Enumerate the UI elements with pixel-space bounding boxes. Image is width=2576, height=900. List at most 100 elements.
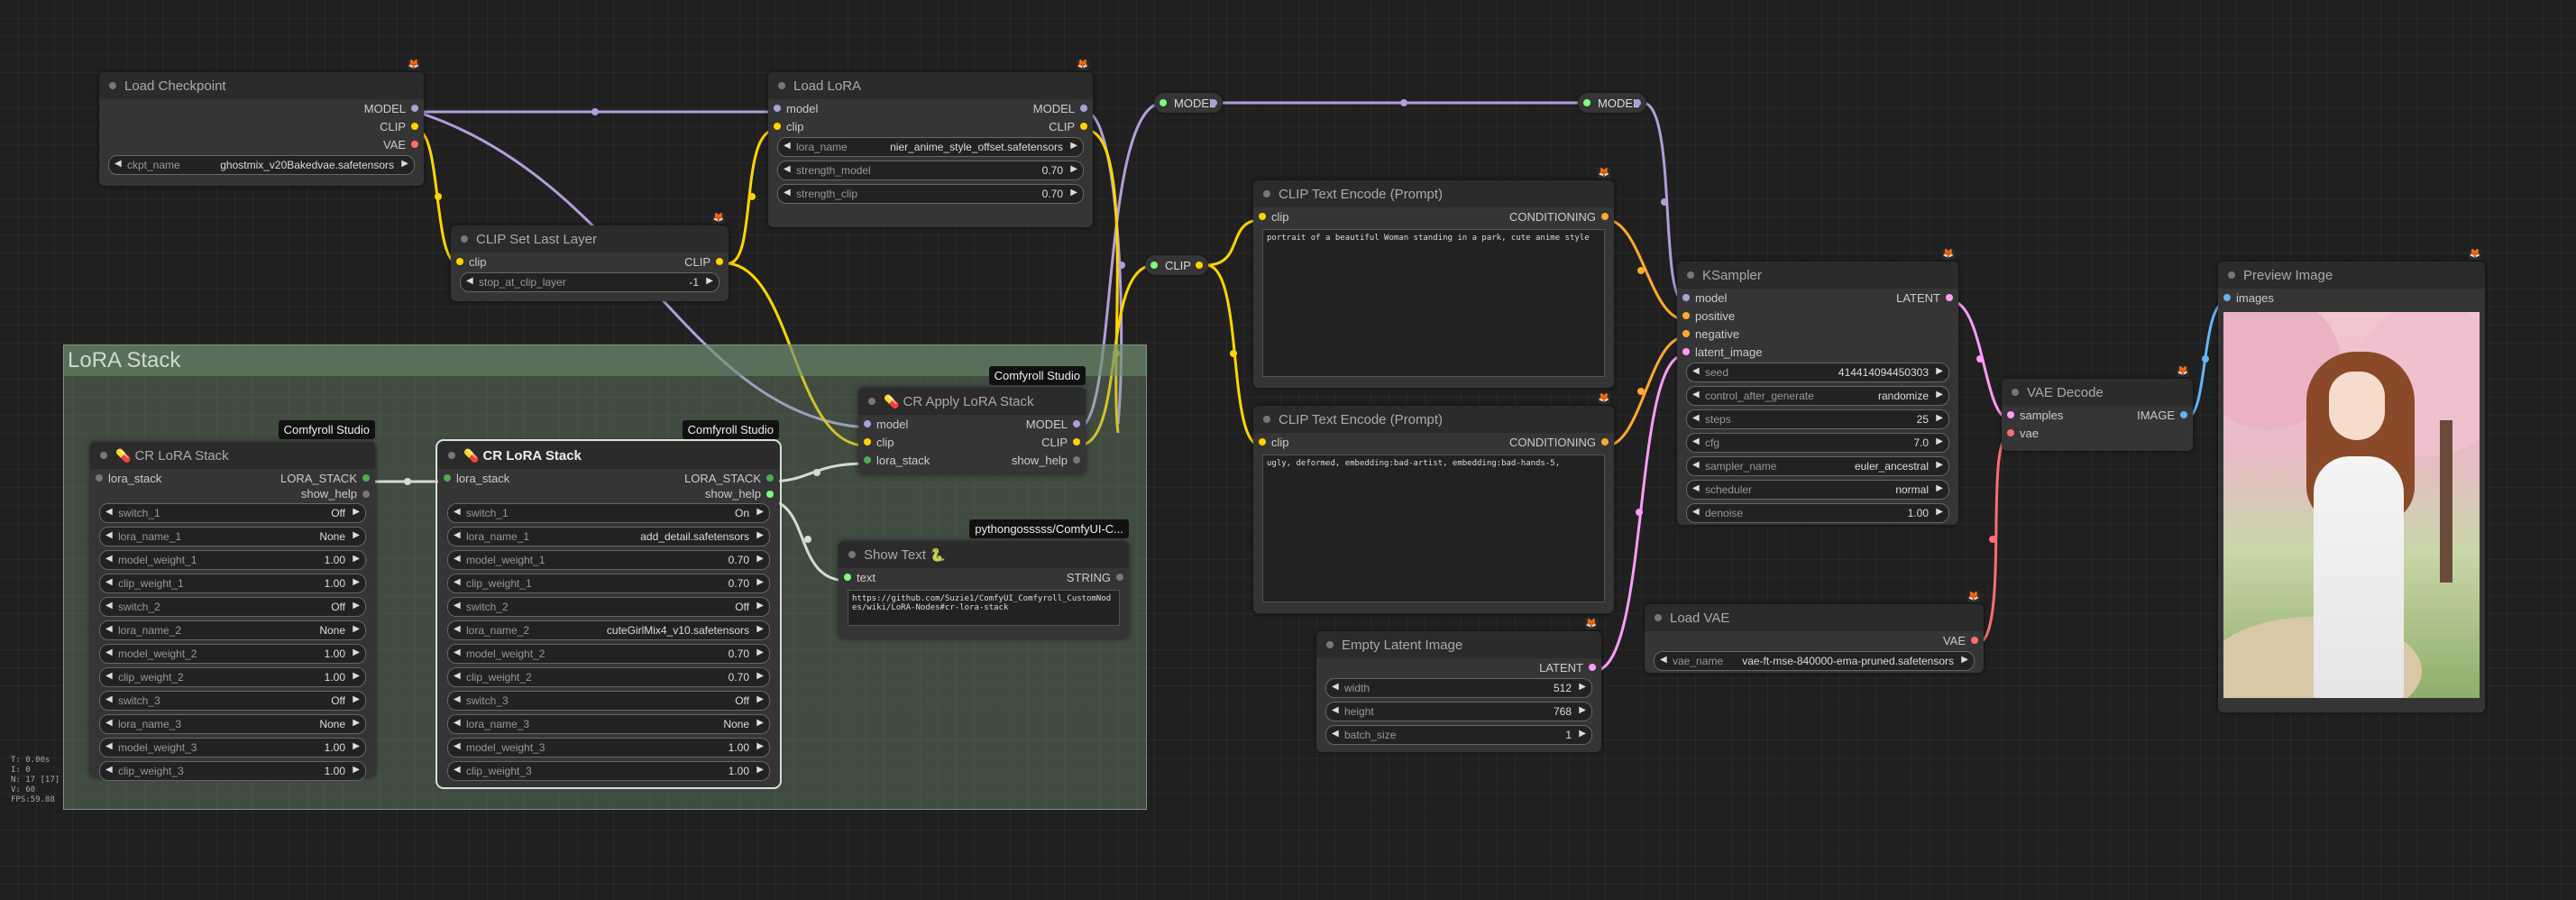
slot-lora-stack[interactable]: lora_stack show_help [858,451,1086,469]
slot-dot-icon[interactable] [1073,438,1080,445]
collapse-dot-icon[interactable] [778,82,785,89]
node-clip-set-last-layer[interactable]: 🦊 CLIP Set Last Layer clip CLIP ◀ stop_at… [451,213,729,301]
reroute-model-a[interactable]: MODEL [1154,93,1223,113]
arrow-left-icon[interactable]: ◀ [454,647,461,657]
arrow-left-icon[interactable]: ◀ [105,718,113,728]
slot-lora-stack[interactable]: lora_stack LORA_STACK [438,469,779,487]
node-header[interactable]: KSampler [1677,262,1958,289]
output-slot-model[interactable]: MODEL [99,99,424,117]
arrow-left-icon[interactable]: ◀ [105,624,113,634]
widget-strength-clip[interactable]: ◀ strength_clip 0.70 ▶ [777,184,1084,204]
arrow-right-icon[interactable]: ▶ [353,601,360,611]
widget-steps[interactable]: ◀ steps 25 ▶ [1686,409,1949,429]
arrow-left-icon[interactable]: ◀ [784,164,791,174]
node-header[interactable]: 💊 CR LoRA Stack [90,442,375,469]
arrow-right-icon[interactable]: ▶ [706,276,713,286]
slot-vae[interactable]: vae [2002,424,2193,442]
slot-dot-icon[interactable] [1601,438,1609,445]
arrow-left-icon[interactable]: ◀ [454,765,461,775]
arrow-left-icon[interactable]: ◀ [105,554,113,564]
node-header[interactable]: Load Checkpoint [99,72,424,99]
slot-dot-icon[interactable] [774,123,781,130]
arrow-right-icon[interactable]: ▶ [756,741,764,751]
slot-show-help[interactable]: show_help [90,487,375,501]
positive-prompt-textarea[interactable]: portrait of a beautiful Woman standing i… [1262,229,1605,377]
arrow-left-icon[interactable]: ◀ [454,718,461,728]
slot-dot-icon[interactable] [1682,330,1690,337]
arrow-right-icon[interactable]: ▶ [401,159,408,169]
widget-cfg[interactable]: ◀ cfg 7.0 ▶ [1686,433,1949,453]
arrow-left-icon[interactable]: ◀ [1692,507,1700,517]
slot-show-help[interactable]: show_help [438,487,779,501]
slot-dot-icon[interactable] [864,456,871,464]
negative-prompt-textarea[interactable]: ugly, deformed, embedding:bad-artist, em… [1262,455,1605,602]
output-slot-vae[interactable]: VAE [1645,631,1984,649]
widget-denoise[interactable]: ◀ denoise 1.00 ▶ [1686,503,1949,523]
arrow-right-icon[interactable]: ▶ [756,624,764,634]
arrow-right-icon[interactable]: ▶ [756,554,764,564]
arrow-right-icon[interactable]: ▶ [756,718,764,728]
arrow-left-icon[interactable]: ◀ [115,159,122,169]
arrow-right-icon[interactable]: ▶ [1936,436,1943,446]
arrow-right-icon[interactable]: ▶ [756,694,764,704]
slot-dot-icon[interactable] [766,491,774,498]
arrow-left-icon[interactable]: ◀ [1332,705,1339,715]
slot-lora-stack[interactable]: lora_stack LORA_STACK [90,469,375,487]
node-cr-lora-stack-2[interactable]: Comfyroll Studio 💊 CR LoRA Stack lora_sta… [435,420,782,789]
node-header[interactable]: Load LoRA [768,72,1093,99]
arrow-left-icon[interactable]: ◀ [105,671,113,681]
slot-negative[interactable]: negative [1677,325,1958,343]
slot-dot-icon[interactable] [411,141,418,148]
slot-dot-icon[interactable] [456,258,463,265]
reroute-model-b[interactable]: MODEL [1578,93,1646,113]
arrow-right-icon[interactable]: ▶ [1070,188,1077,197]
widget-switch-1[interactable]: ◀ switch_1 Off ▶ [99,503,366,523]
node-clip-text-encode-positive[interactable]: 🦊 CLIP Text Encode (Prompt) clip CONDITI… [1253,168,1614,388]
arrow-right-icon[interactable]: ▶ [1936,390,1943,399]
arrow-left-icon[interactable]: ◀ [105,765,113,775]
widget-lora-name-1[interactable]: ◀ lora_name_1 add_detail.safetensors ▶ [447,527,770,546]
widget-clip-weight-2[interactable]: ◀ clip_weight_2 1.00 ▶ [99,667,366,687]
arrow-left-icon[interactable]: ◀ [1692,436,1700,446]
collapse-dot-icon[interactable] [448,452,455,459]
slot-clip[interactable]: clip CLIP [858,433,1086,451]
slot-text[interactable]: text STRING [839,568,1129,586]
arrow-left-icon[interactable]: ◀ [454,671,461,681]
arrow-right-icon[interactable]: ▶ [1936,460,1943,470]
arrow-left-icon[interactable]: ◀ [454,741,461,751]
slot-dot-icon[interactable] [1634,99,1641,106]
arrow-right-icon[interactable]: ▶ [353,671,360,681]
arrow-right-icon[interactable]: ▶ [1961,655,1968,665]
widget-ckpt-name[interactable]: ◀ ckpt_name ghostmix_v20Bakedvae.safetenso… [108,155,415,175]
arrow-left-icon[interactable]: ◀ [1692,390,1700,399]
slot-dot-icon[interactable] [411,105,418,112]
arrow-left-icon[interactable]: ◀ [1692,366,1700,376]
collapse-dot-icon[interactable] [848,551,856,558]
slot-clip[interactable]: clip CLIP [768,117,1093,135]
arrow-right-icon[interactable]: ▶ [756,530,764,540]
collapse-dot-icon[interactable] [2228,271,2235,279]
arrow-left-icon[interactable]: ◀ [105,577,113,587]
collapse-dot-icon[interactable] [1326,641,1334,648]
node-header[interactable]: CLIP Text Encode (Prompt) [1253,180,1614,207]
slot-dot-icon[interactable] [774,105,781,112]
arrow-left-icon[interactable]: ◀ [1660,655,1667,665]
widget-strength-model[interactable]: ◀ strength_model 0.70 ▶ [777,161,1084,180]
arrow-right-icon[interactable]: ▶ [756,601,764,611]
slot-dot-icon[interactable] [1583,99,1591,106]
arrow-right-icon[interactable]: ▶ [353,554,360,564]
node-header[interactable]: Show Text 🐍 [839,541,1129,568]
arrow-right-icon[interactable]: ▶ [1936,507,1943,517]
arrow-left-icon[interactable]: ◀ [454,554,461,564]
arrow-right-icon[interactable]: ▶ [1936,366,1943,376]
node-header[interactable]: CLIP Text Encode (Prompt) [1253,406,1614,433]
node-header[interactable]: 💊 CR LoRA Stack [438,442,779,469]
slot-dot-icon[interactable] [1073,456,1080,464]
show-text-output[interactable]: https://github.com/Suzie1/ComfyUI_Comfyr… [848,590,1120,626]
slot-clip[interactable]: clip CLIP [451,253,729,271]
widget-switch-2[interactable]: ◀ switch_2 Off ▶ [99,597,366,617]
arrow-left-icon[interactable]: ◀ [1692,413,1700,423]
slot-dot-icon[interactable] [1682,348,1690,355]
collapse-dot-icon[interactable] [100,452,107,459]
collapse-dot-icon[interactable] [1263,190,1270,197]
